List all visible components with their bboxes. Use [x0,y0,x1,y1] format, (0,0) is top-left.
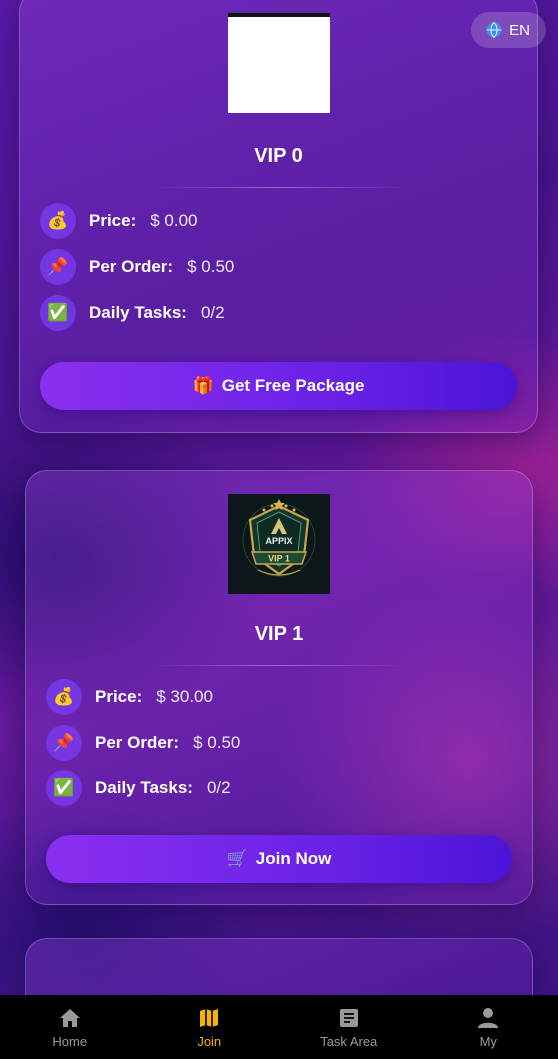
per-order-value: $ 0.50 [187,257,235,276]
package-title: VIP 0 [254,145,303,167]
divider [149,665,409,666]
package-card-vip0: VIP 0 💰 Price: $ 0.00 📌 Per Order: $ 0.5… [19,0,538,433]
daily-tasks-row: ✅ Daily Tasks: 0/2 [46,770,231,806]
money-bag-icon: 💰 [46,679,82,715]
price-row: 💰 Price: $ 30.00 [46,679,213,715]
price-label: Price: [95,687,143,706]
appix-vip1-badge: APPIX VIP 1 [228,494,330,594]
package-image [227,13,330,113]
document-icon [339,1008,358,1027]
nav-label: Home [52,1033,88,1049]
nav-item-my[interactable]: My [419,995,558,1059]
price-row: 💰 Price: $ 0.00 [40,203,198,239]
gift-icon: 🎁 [192,376,214,395]
language-selector[interactable]: EN [471,12,546,48]
money-bag-icon: 💰 [40,203,76,239]
nav-label: Join [197,1033,222,1049]
per-order-label: Per Order: [95,733,180,752]
package-card-vip1: APPIX VIP 1 VIP 1 💰 Price: $ 30.00 📌 Per… [25,470,533,905]
per-order-label: Per Order: [89,257,174,276]
checkmark-icon: ✅ [40,295,76,331]
nav-label: My [479,1033,497,1049]
checkmark-icon: ✅ [46,770,82,806]
daily-tasks-label: Daily Tasks: [95,778,193,797]
nav-item-home[interactable]: Home [0,995,140,1059]
price-value: $ 30.00 [156,687,213,706]
per-order-value: $ 0.50 [193,733,241,752]
price-value: $ 0.00 [150,211,198,230]
per-order-row: 📌 Per Order: $ 0.50 [40,249,234,285]
badge-level: VIP 1 [268,554,290,564]
nav-item-task-area[interactable]: Task Area [279,995,419,1059]
package-title: VIP 1 [254,623,304,645]
pushpin-icon: 📌 [46,725,82,761]
nav-label: Task Area [320,1033,378,1049]
daily-tasks-value: 0/2 [206,778,231,797]
language-label: EN [509,21,530,39]
daily-tasks-label: Daily Tasks: [89,303,187,322]
cart-icon: 🛒 [226,849,248,868]
bottom-navigation: Home Join Task Area My [0,995,558,1059]
daily-tasks-value: 0/2 [200,303,225,322]
divider [148,187,409,188]
home-icon [59,1008,80,1027]
daily-tasks-row: ✅ Daily Tasks: 0/2 [40,295,225,331]
nav-item-join[interactable]: Join [140,995,280,1059]
pushpin-icon: 📌 [40,249,76,285]
button-label: Get Free Package [221,376,365,395]
button-label: Join Now [255,849,332,868]
price-label: Price: [89,211,137,230]
globe-icon [486,21,502,39]
map-icon [200,1008,219,1027]
badge-brand: APPIX [265,536,292,546]
join-now-button[interactable]: 🛒 Join Now [46,835,512,883]
per-order-row: 📌 Per Order: $ 0.50 [46,725,240,761]
get-free-package-button[interactable]: 🎁 Get Free Package [40,362,517,410]
user-icon [478,1007,499,1028]
package-image: APPIX VIP 1 [228,494,330,594]
